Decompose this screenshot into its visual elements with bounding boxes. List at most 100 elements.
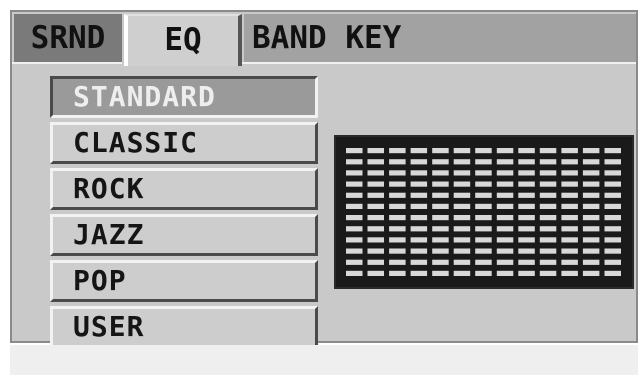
- eq-segment: [518, 215, 535, 221]
- eq-segment: [475, 159, 492, 165]
- eq-segment: [453, 259, 471, 265]
- tab-bar: SRND EQ BAND KEY: [12, 12, 636, 66]
- eq-segment: [604, 148, 621, 154]
- eq-segment: [561, 192, 578, 198]
- eq-segment: [604, 237, 621, 243]
- eq-segment: [346, 215, 363, 221]
- eq-segment: [346, 270, 363, 276]
- eq-segment: [432, 203, 449, 209]
- eq-segment: [389, 226, 406, 232]
- equalizer-display: [334, 135, 634, 289]
- eq-segment: [604, 181, 621, 187]
- eq-segment: [539, 237, 557, 243]
- eq-segment: [432, 159, 449, 165]
- preset-jazz[interactable]: JAZZ: [50, 214, 318, 256]
- eq-segment: [410, 270, 428, 276]
- eq-segment: [539, 248, 557, 254]
- eq-segment: [389, 192, 406, 198]
- eq-segment: [561, 159, 578, 165]
- eq-segment: [582, 259, 600, 265]
- eq-segment: [496, 259, 514, 265]
- eq-segment: [561, 237, 578, 243]
- eq-segment: [582, 170, 600, 176]
- eq-segment: [496, 203, 514, 209]
- eq-segment: [561, 148, 578, 154]
- eq-segment: [475, 237, 492, 243]
- eq-segment: [410, 259, 428, 265]
- eq-segment: [539, 192, 557, 198]
- eq-segment: [582, 181, 600, 187]
- preset-rock[interactable]: ROCK: [50, 168, 318, 210]
- eq-segment: [453, 170, 471, 176]
- eq-segment: [410, 226, 428, 232]
- eq-segment: [346, 259, 363, 265]
- bottom-strip: [10, 345, 638, 375]
- eq-segment: [539, 159, 557, 165]
- eq-segment: [539, 215, 557, 221]
- eq-segment: [367, 226, 384, 232]
- eq-segment: [389, 248, 406, 254]
- eq-segment: [604, 226, 621, 232]
- eq-segment: [367, 259, 384, 265]
- eq-segment: [453, 192, 471, 198]
- preset-pop[interactable]: POP: [50, 260, 318, 302]
- eq-segment: [496, 215, 514, 221]
- eq-segment: [582, 237, 600, 243]
- preset-standard[interactable]: STANDARD: [50, 76, 318, 118]
- tab-eq[interactable]: EQ: [124, 14, 242, 66]
- eq-segment: [496, 192, 514, 198]
- eq-segment: [539, 170, 557, 176]
- eq-segment: [346, 226, 363, 232]
- eq-segment: [410, 148, 428, 154]
- eq-settings-panel: SRND EQ BAND KEY STANDARD CLASSIC ROCK J…: [10, 10, 638, 348]
- equalizer-bars: [346, 148, 621, 276]
- eq-segment: [561, 270, 578, 276]
- eq-segment: [432, 181, 449, 187]
- eq-segment: [496, 226, 514, 232]
- eq-segment: [518, 170, 535, 176]
- eq-segment: [496, 181, 514, 187]
- eq-segment: [496, 170, 514, 176]
- eq-segment: [367, 203, 384, 209]
- eq-segment: [518, 237, 535, 243]
- eq-segment: [475, 148, 492, 154]
- eq-segment: [432, 148, 449, 154]
- eq-segment: [582, 248, 600, 254]
- eq-segment: [475, 248, 492, 254]
- eq-segment: [432, 192, 449, 198]
- eq-segment: [539, 259, 557, 265]
- eq-segment: [432, 248, 449, 254]
- eq-segment: [410, 170, 428, 176]
- eq-segment: [518, 248, 535, 254]
- eq-segment: [582, 215, 600, 221]
- eq-segment: [432, 170, 449, 176]
- eq-segment: [518, 226, 535, 232]
- eq-segment: [539, 148, 557, 154]
- eq-segment: [453, 215, 471, 221]
- eq-segment: [475, 270, 492, 276]
- eq-segment: [346, 192, 363, 198]
- tab-band-key[interactable]: BAND KEY: [244, 14, 636, 62]
- eq-segment: [346, 203, 363, 209]
- eq-segment: [604, 248, 621, 254]
- eq-segment: [604, 270, 621, 276]
- eq-segment: [410, 203, 428, 209]
- eq-segment: [367, 181, 384, 187]
- eq-segment: [475, 181, 492, 187]
- eq-segment: [604, 159, 621, 165]
- eq-segment: [346, 237, 363, 243]
- eq-segment: [367, 248, 384, 254]
- eq-segment: [432, 270, 449, 276]
- tab-srnd[interactable]: SRND: [14, 14, 122, 62]
- eq-segment: [367, 215, 384, 221]
- eq-segment: [604, 215, 621, 221]
- eq-segment: [539, 226, 557, 232]
- eq-segment: [561, 248, 578, 254]
- eq-segment: [604, 203, 621, 209]
- eq-segment: [539, 181, 557, 187]
- preset-classic[interactable]: CLASSIC: [50, 122, 318, 164]
- eq-segment: [518, 203, 535, 209]
- eq-segment: [561, 181, 578, 187]
- eq-segment: [453, 181, 471, 187]
- preset-user[interactable]: USER: [50, 306, 318, 348]
